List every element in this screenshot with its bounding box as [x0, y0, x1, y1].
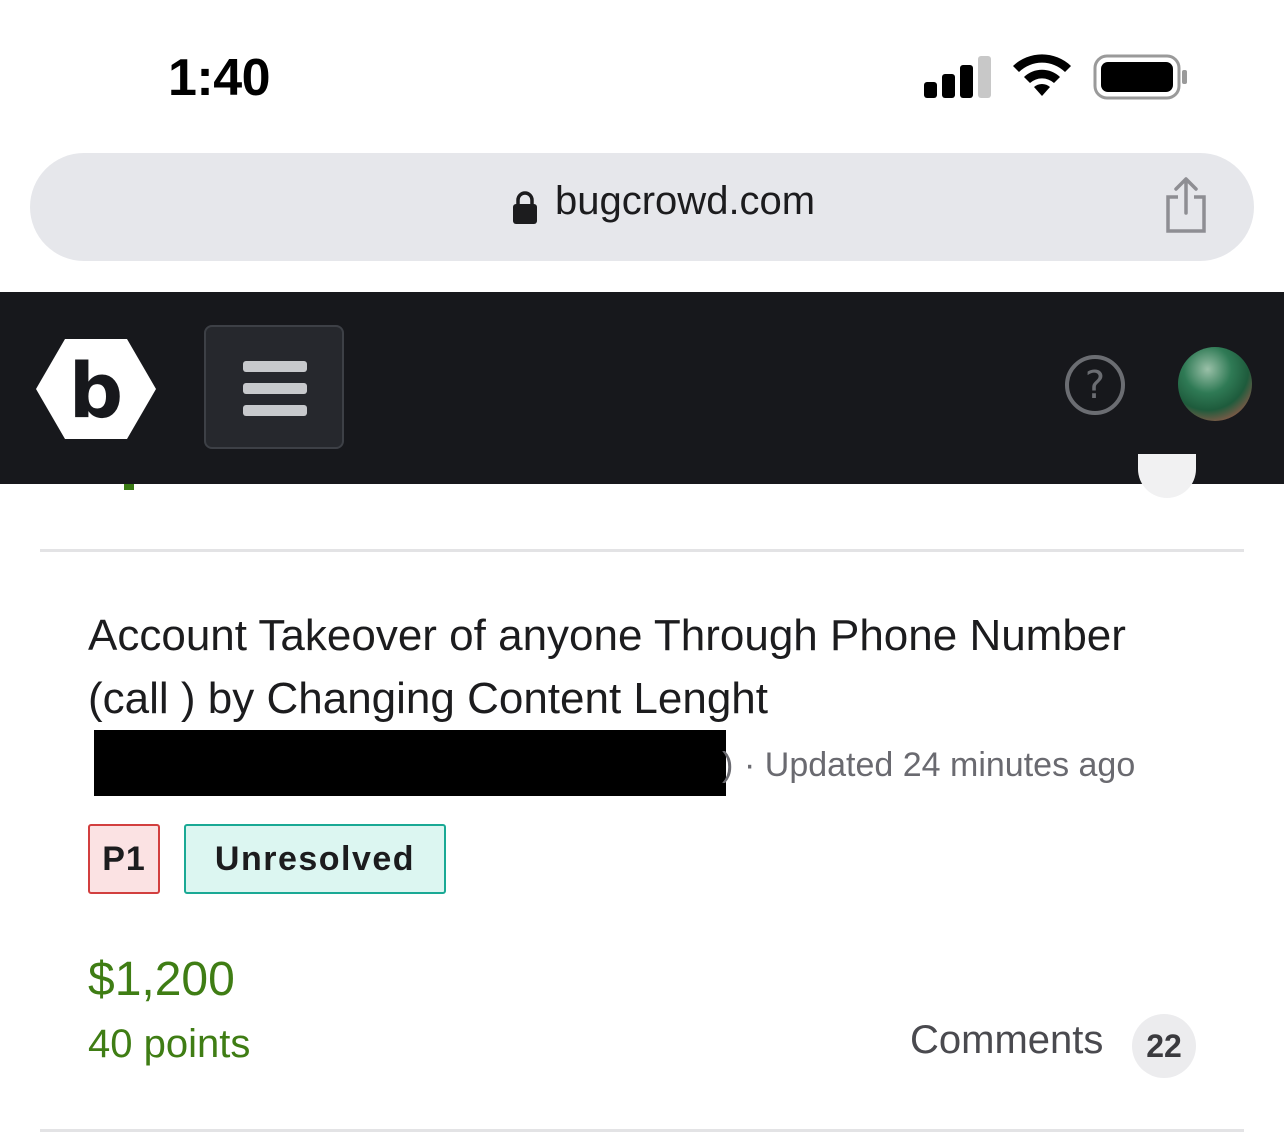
status-bar: 1:40 — [0, 0, 1284, 150]
previous-item-peek-text — [124, 484, 134, 490]
redaction-tail: ) — [722, 746, 734, 784]
battery-icon — [1093, 54, 1187, 100]
comments-count-badge[interactable]: 22 — [1132, 1014, 1196, 1078]
report-updated-time: · Updated 24 minutes ago — [744, 746, 1136, 784]
status-time: 1:40 — [168, 49, 271, 107]
signal-icon — [924, 54, 994, 98]
comments-link[interactable]: Comments — [910, 1018, 1103, 1063]
previous-item-peek — [1138, 454, 1196, 498]
lock-icon — [513, 191, 537, 224]
app-header: b ? — [0, 292, 1284, 484]
help-icon[interactable]: ? — [1064, 354, 1126, 416]
reward-points: 40 points — [88, 1022, 251, 1066]
svg-text:?: ? — [1085, 363, 1105, 407]
reward-amount: $1,200 — [88, 953, 235, 1006]
divider — [40, 1129, 1244, 1132]
svg-text:b: b — [69, 346, 123, 435]
hamburger-menu-button[interactable] — [204, 325, 344, 449]
url-text[interactable]: bugcrowd.com — [555, 179, 815, 224]
redacted-researcher-info — [94, 730, 726, 796]
wifi-icon — [1013, 54, 1071, 96]
divider — [40, 549, 1244, 552]
user-avatar[interactable] — [1178, 347, 1252, 421]
bugcrowd-logo[interactable]: b — [34, 337, 158, 441]
report-title[interactable]: Account Takeover of anyone Through Phone… — [88, 604, 1128, 730]
address-bar[interactable]: bugcrowd.com — [30, 153, 1254, 261]
priority-badge: P1 — [88, 824, 160, 894]
report-list: Account Takeover of anyone Through Phone… — [0, 454, 1284, 1133]
share-icon[interactable] — [1164, 175, 1208, 235]
page-peek — [0, 261, 1284, 292]
status-badge: Unresolved — [184, 824, 446, 894]
